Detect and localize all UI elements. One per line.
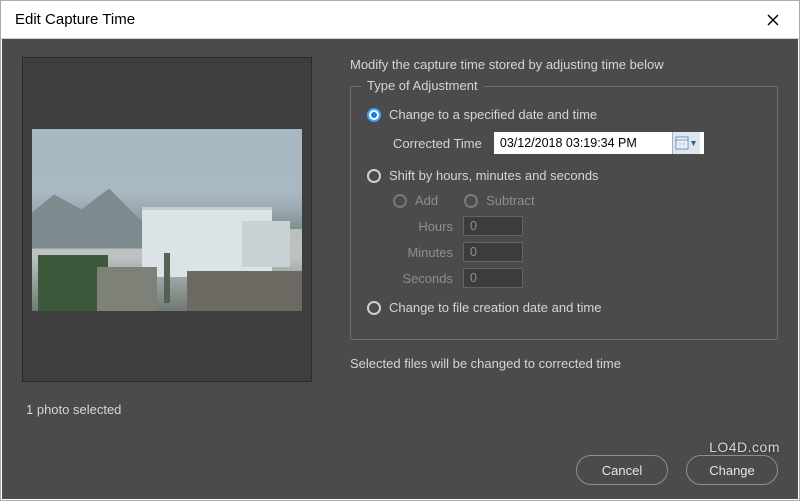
photo-thumbnail[interactable] bbox=[32, 129, 302, 311]
shift-subtract-label: Subtract bbox=[486, 193, 534, 208]
titlebar: Edit Capture Time bbox=[1, 1, 799, 39]
option-specified-date[interactable]: Change to a specified date and time bbox=[367, 107, 761, 122]
radio-icon bbox=[367, 108, 381, 122]
adjustment-type-fieldset: Type of Adjustment Change to a specified… bbox=[350, 86, 778, 340]
dialog-buttons: Cancel Change bbox=[576, 455, 778, 485]
close-icon bbox=[767, 14, 779, 26]
seconds-label: Seconds bbox=[393, 271, 453, 286]
minutes-label: Minutes bbox=[393, 245, 453, 260]
dialog-body: 1 photo selected Modify the capture time… bbox=[2, 39, 798, 499]
date-picker-button[interactable] bbox=[672, 132, 700, 154]
minutes-input[interactable]: 0 bbox=[463, 242, 523, 262]
calendar-icon bbox=[675, 135, 697, 151]
seconds-input[interactable]: 0 bbox=[463, 268, 523, 288]
photo-preview-frame bbox=[22, 57, 312, 382]
dialog-title: Edit Capture Time bbox=[15, 11, 135, 28]
options-column: Modify the capture time stored by adjust… bbox=[322, 57, 778, 417]
fieldset-legend: Type of Adjustment bbox=[361, 78, 484, 93]
corrected-time-input[interactable]: 03/12/2018 03:19:34 PM bbox=[494, 132, 704, 154]
footer-note: Selected files will be changed to correc… bbox=[350, 356, 778, 371]
shift-add-label: Add bbox=[415, 193, 438, 208]
hours-input[interactable]: 0 bbox=[463, 216, 523, 236]
radio-icon bbox=[393, 194, 407, 208]
option-filecreation-label: Change to file creation date and time bbox=[389, 300, 601, 315]
close-button[interactable] bbox=[759, 6, 787, 34]
option-file-creation[interactable]: Change to file creation date and time bbox=[367, 300, 761, 315]
option-specified-label: Change to a specified date and time bbox=[389, 107, 597, 122]
corrected-time-value: 03/12/2018 03:19:34 PM bbox=[498, 136, 637, 150]
hours-label: Hours bbox=[393, 219, 453, 234]
radio-icon bbox=[367, 301, 381, 315]
corrected-time-label: Corrected Time bbox=[393, 136, 482, 151]
watermark-text: LO4D.com bbox=[709, 439, 780, 455]
change-button[interactable]: Change bbox=[686, 455, 778, 485]
instruction-text: Modify the capture time stored by adjust… bbox=[350, 57, 778, 72]
preview-column: 1 photo selected bbox=[22, 57, 322, 417]
option-shift-label: Shift by hours, minutes and seconds bbox=[389, 168, 599, 183]
cancel-button[interactable]: Cancel bbox=[576, 455, 668, 485]
selection-count-label: 1 photo selected bbox=[26, 402, 322, 417]
edit-capture-time-dialog: Edit Capture Time bbox=[0, 0, 800, 501]
radio-icon bbox=[367, 169, 381, 183]
option-shift-time[interactable]: Shift by hours, minutes and seconds bbox=[367, 168, 761, 183]
radio-icon bbox=[464, 194, 478, 208]
